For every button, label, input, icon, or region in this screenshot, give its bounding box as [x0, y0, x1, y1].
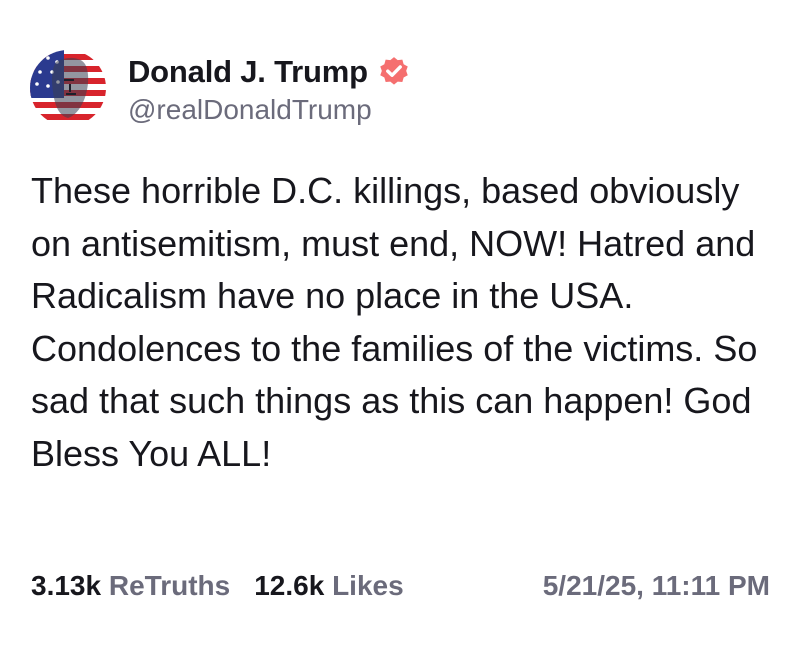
post-timestamp[interactable]: 5/21/25, 11:11 PM: [543, 570, 770, 602]
author-handle[interactable]: @realDonaldTrump: [128, 94, 411, 126]
post-footer: 3.13k ReTruths 12.6k Likes 5/21/25, 11:1…: [31, 570, 770, 602]
retruths-count: 3.13k: [31, 570, 102, 601]
retruths-stat[interactable]: 3.13k ReTruths: [31, 570, 230, 602]
likes-count: 12.6k: [254, 570, 325, 601]
likes-stat[interactable]: 12.6k Likes: [254, 570, 403, 602]
retruths-label: ReTruths: [108, 570, 231, 601]
author-name-row: Donald J. Trump: [128, 54, 411, 90]
avatar-image: [30, 50, 106, 126]
verified-badge-icon: [377, 55, 411, 89]
display-name[interactable]: Donald J. Trump: [128, 54, 368, 90]
author-info: Donald J. Trump @realDonaldTrump: [128, 54, 411, 126]
avatar[interactable]: [30, 50, 106, 126]
truth-post: Donald J. Trump @realDonaldTrump These h…: [0, 0, 800, 645]
likes-label: Likes: [332, 570, 404, 601]
post-text: These horrible D.C. killings, based obvi…: [31, 170, 758, 474]
